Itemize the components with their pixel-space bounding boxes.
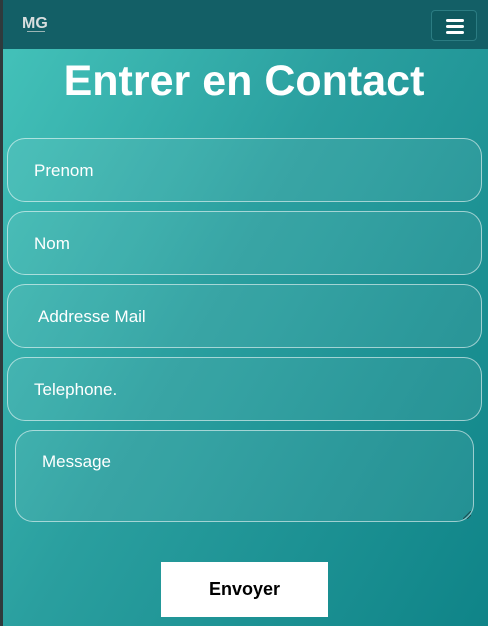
hamburger-icon [446, 19, 464, 34]
message-placeholder: Message [42, 452, 111, 471]
message-textarea[interactable]: Message [15, 430, 474, 522]
logo-icon: MG [22, 15, 48, 32]
menu-toggle-button[interactable] [431, 10, 477, 41]
email-placeholder: Addresse Mail [38, 307, 146, 326]
phone-input[interactable]: Telephone. [7, 357, 482, 421]
first-name-input[interactable]: Prenom [7, 138, 482, 202]
navbar: MG [3, 0, 488, 49]
first-name-placeholder: Prenom [34, 161, 94, 180]
phone-placeholder: Telephone. [34, 380, 118, 399]
email-input[interactable]: Addresse Mail [7, 284, 482, 348]
last-name-placeholder: Nom [34, 234, 70, 253]
last-name-input[interactable]: Nom [7, 211, 482, 275]
resize-handle-icon[interactable] [463, 511, 471, 519]
page-title: Entrer en Contact [63, 57, 425, 105]
send-button[interactable]: Envoyer [161, 562, 328, 617]
logo-text: MG [22, 15, 48, 32]
logo[interactable]: MG [21, 11, 53, 35]
